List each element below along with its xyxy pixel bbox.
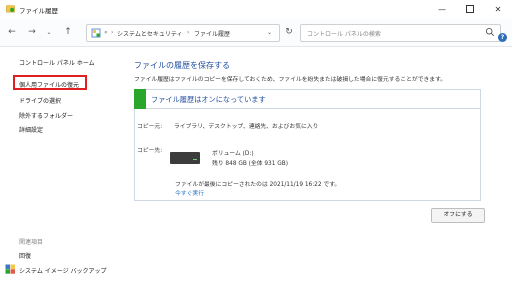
recent-locations-chevron-icon[interactable]: ⌄	[42, 25, 56, 39]
drive-space: 残り 848 GB (全体 931 GB)	[212, 161, 288, 167]
drive-led	[193, 159, 197, 160]
run-now-link[interactable]: 今すぐ実行	[175, 188, 204, 197]
copy-from-value: ライブラリ、デスクトップ、連絡先、およびお気に入り	[174, 124, 319, 130]
sidebar-item-select-drive[interactable]: ドライブの選択	[19, 96, 61, 105]
control-panel-icon	[91, 28, 101, 38]
drive-icon	[170, 152, 200, 164]
sidebar-control-panel-home[interactable]: コントロール パネル ホーム	[19, 58, 95, 67]
search-box[interactable]: コントロール パネルの検索	[300, 24, 501, 42]
back-arrow-icon[interactable]: ←	[5, 25, 19, 39]
turn-off-button[interactable]: オフにする	[431, 208, 485, 223]
minimize-button[interactable]: —	[428, 0, 456, 18]
sidebar-footer-recovery[interactable]: 回復	[19, 251, 31, 260]
status-accent-bar	[134, 89, 146, 109]
help-icon[interactable]: ?	[498, 33, 507, 42]
close-button[interactable]: ✕	[484, 0, 512, 18]
sidebar-item-restore-personal-files[interactable]: 個人用ファイルの復元	[19, 80, 79, 89]
refresh-icon[interactable]: ↻	[282, 25, 296, 39]
up-arrow-icon[interactable]: ↑	[61, 25, 75, 39]
page-description: ファイル履歴はファイルのコピーを保存しておくため、ファイルを紛失または破損した場…	[134, 77, 447, 83]
maximize-button[interactable]	[456, 0, 484, 18]
navigation-bar: ← → ⌄ ↑ « › システムとセキュリティ › ファイル履歴 ⌄ ↻ コント…	[0, 18, 512, 47]
copy-from-label: コピー元:	[137, 124, 163, 130]
window-title: ファイル履歴	[19, 7, 58, 15]
search-icon[interactable]	[485, 27, 495, 37]
related-header: 関連項目	[19, 239, 44, 246]
breadcrumb-separator: ›	[187, 29, 190, 36]
copy-to-label: コピー先:	[137, 148, 163, 154]
page-title: ファイルの履歴を保存する	[134, 61, 230, 70]
sidebar-item-advanced-settings[interactable]: 詳細設定	[19, 125, 43, 134]
address-dropdown-chevron-icon[interactable]: ⌄	[267, 29, 272, 36]
last-copied-text: ファイルが最後にコピーされたのは 2021/11/19 16:22 です。	[175, 182, 341, 188]
file-history-app-icon	[6, 4, 15, 13]
search-input[interactable]: コントロール パネルの検索	[307, 29, 381, 38]
address-bar[interactable]: « › システムとセキュリティ › ファイル履歴 ⌄	[86, 24, 280, 42]
system-image-backup-icon	[5, 264, 15, 274]
forward-arrow-icon[interactable]: →	[25, 25, 39, 39]
breadcrumb-separator: ›	[111, 29, 114, 36]
sidebar-item-exclude-folders[interactable]: 除外するフォルダー	[19, 111, 73, 120]
title-bar: ファイル履歴 — ✕	[0, 0, 512, 18]
status-text: ファイル履歴はオンになっています	[151, 95, 266, 104]
drive-name: ボリューム (D:)	[212, 151, 254, 157]
breadcrumb-system-security[interactable]: システムとセキュリティ	[117, 29, 182, 38]
sidebar-footer-system-image-backup[interactable]: システム イメージ バックアップ	[19, 266, 107, 275]
breadcrumb-overflow-chevron-icon[interactable]: «	[104, 29, 108, 36]
breadcrumb-file-history[interactable]: ファイル履歴	[194, 29, 230, 38]
maximize-icon	[466, 5, 474, 13]
